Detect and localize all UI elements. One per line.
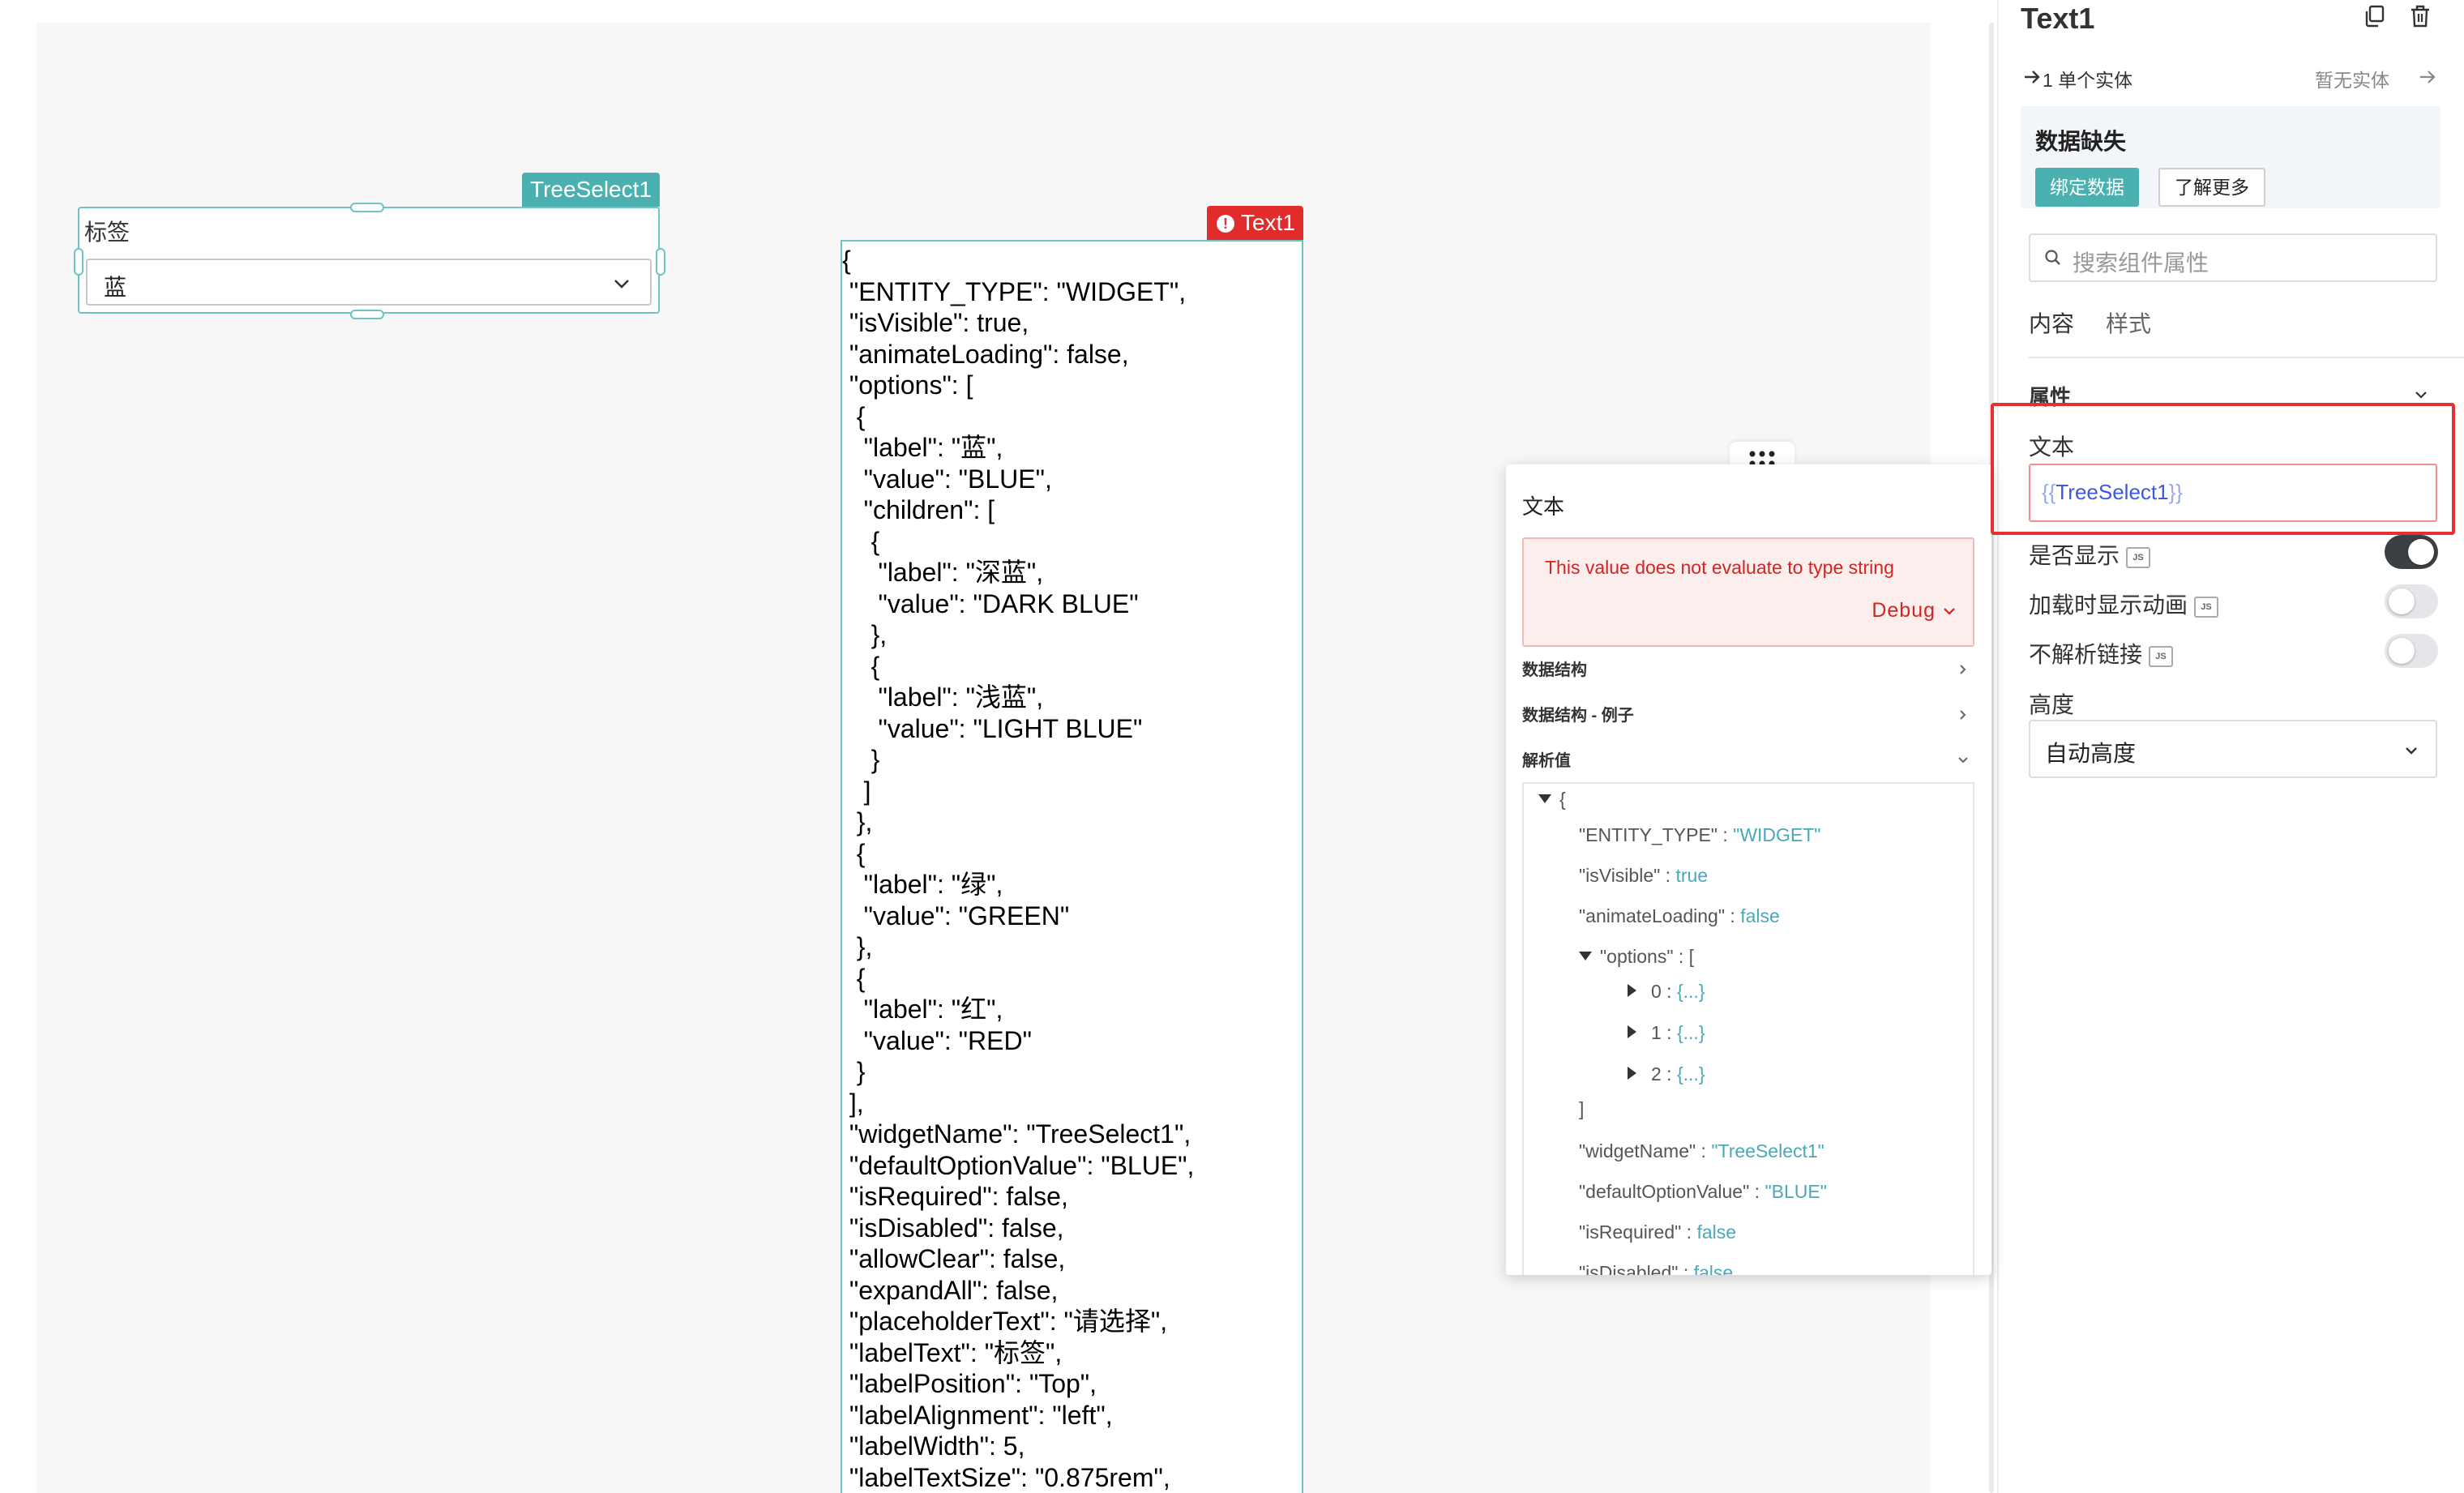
text-property-label: 文本 (2029, 434, 2075, 460)
section-data-structure[interactable]: 数据结构 (1522, 657, 1974, 689)
treeselect-dropdown[interactable]: 蓝 (86, 259, 652, 306)
height-property-label: 高度 (2029, 692, 2075, 717)
chevron-down-icon (1958, 757, 1968, 764)
disable-link-toggle[interactable] (2385, 634, 2438, 668)
data-missing-banner: 数据缺失 绑定数据 了解更多 (2021, 106, 2440, 208)
treeselect-name-tag[interactable]: TreeSelect1 (522, 173, 660, 207)
section-data-structure-example[interactable]: 数据结构 - 例子 (1522, 702, 1974, 734)
disable-link-property-label: 不解析链接 JS (2029, 637, 2174, 669)
caret-right-icon (1628, 1025, 1636, 1038)
chevron-right-icon (1960, 710, 1966, 720)
tab-divider (2029, 357, 2464, 358)
resize-handle-left[interactable] (74, 248, 83, 276)
visible-property-label: 是否显示 JS (2029, 538, 2151, 571)
animate-loading-toggle[interactable] (2385, 584, 2438, 618)
learn-more-button[interactable]: 了解更多 (2158, 168, 2265, 207)
tree-row: "defaultOptionValue" : "BLUE" (1579, 1181, 1827, 1202)
search-icon (2045, 250, 2060, 265)
tree-row: "ENTITY_TYPE" : "WIDGET" (1579, 824, 1821, 845)
resize-handle-right[interactable] (656, 248, 665, 276)
debug-button[interactable]: Debug (1872, 599, 1936, 622)
data-missing-title: 数据缺失 (2035, 129, 2127, 154)
chevron-down-icon[interactable] (2412, 386, 2430, 404)
no-entity-link[interactable]: 暂无实体 (2315, 65, 2389, 92)
tree-option-item[interactable]: 0 : {...} (1628, 981, 1705, 1003)
js-toggle-button[interactable]: JS (2149, 646, 2174, 667)
resize-handle-bottom[interactable] (350, 310, 384, 319)
treeselect-value: 蓝 (104, 275, 127, 300)
js-toggle-button[interactable]: JS (2126, 547, 2151, 568)
animate-loading-property-label: 加载时显示动画 JS (2029, 588, 2219, 620)
resize-handle-top[interactable] (350, 203, 384, 212)
js-toggle-button[interactable]: JS (2194, 597, 2219, 618)
treeselect-label: 标签 (84, 220, 130, 245)
arrow-right-icon (2420, 71, 2436, 83)
caret-right-icon (1628, 984, 1636, 997)
evaluated-value-popup: 文本 This value does not evaluate to type … (1506, 464, 1991, 1275)
text-widget[interactable]: { "ENTITY_TYPE": "WIDGET", "isVisible": … (841, 240, 1303, 1493)
popup-error-box: This value does not evaluate to type str… (1522, 537, 1974, 647)
tree-options-toggle[interactable]: "options" : [ (1579, 946, 1694, 968)
tree-root-toggle[interactable]: { (1538, 789, 1566, 811)
evaluated-value-tree[interactable]: { "ENTITY_TYPE" : "WIDGET" "isVisible" :… (1522, 782, 1974, 1275)
tree-option-item[interactable]: 1 : {...} (1628, 1022, 1705, 1044)
text-property-value: {{TreeSelect1}} (2042, 480, 2183, 504)
chevron-right-icon (1960, 665, 1966, 674)
tree-row: "isDisabled" : false (1579, 1262, 1734, 1275)
copy-icon[interactable] (2362, 3, 2388, 29)
tab-content[interactable]: 内容 (2029, 306, 2074, 339)
text-widget-name: Text1 (1241, 210, 1295, 235)
popup-error-message: This value does not evaluate to type str… (1545, 557, 1894, 578)
chevron-down-icon (2406, 747, 2417, 755)
property-pane-title[interactable]: Text1 (2021, 2, 2094, 36)
tree-row: "isVisible" : true (1579, 865, 1709, 886)
section-evaluated-value-label: 解析值 (1522, 752, 1571, 770)
tree-options-close: ] (1579, 1098, 1585, 1119)
error-icon: ! (1217, 215, 1234, 233)
tree-option-item[interactable]: 2 : {...} (1628, 1063, 1705, 1085)
text-widget-content: { "ENTITY_TYPE": "WIDGET", "isVisible": … (842, 246, 1195, 1492)
text-property-input[interactable]: {{TreeSelect1}} (2029, 464, 2437, 522)
popup-title: 文本 (1522, 494, 1565, 519)
bind-data-button[interactable]: 绑定数据 (2035, 168, 2139, 207)
search-placeholder: 搜索组件属性 (2073, 250, 2209, 276)
chevron-down-icon[interactable] (1940, 602, 1958, 620)
section-evaluated-value[interactable]: 解析值 (1522, 747, 1974, 780)
height-select-value: 自动高度 (2045, 741, 2137, 766)
caret-right-icon (1628, 1067, 1636, 1080)
caret-down-icon (1538, 794, 1551, 803)
height-select[interactable]: 自动高度 (2029, 720, 2437, 778)
tree-open-brace: { (1559, 789, 1566, 810)
visible-toggle[interactable] (2385, 535, 2438, 569)
entity-link[interactable]: 1 单个实体 (2043, 65, 2132, 92)
panel-divider (1997, 0, 1999, 1493)
tab-style[interactable]: 样式 (2106, 306, 2151, 339)
caret-down-icon (1579, 952, 1592, 960)
text-widget-name-tag[interactable]: ! Text1 (1207, 206, 1303, 240)
tree-row: "animateLoading" : false (1579, 905, 1780, 926)
tree-row: "widgetName" : "TreeSelect1" (1579, 1140, 1824, 1161)
section-data-structure-example-label: 数据结构 - 例子 (1522, 707, 1634, 725)
trash-icon[interactable] (2407, 3, 2433, 29)
arrow-right-icon (2025, 71, 2040, 83)
section-data-structure-label: 数据结构 (1522, 661, 1587, 679)
chevron-down-icon (614, 280, 629, 289)
tree-row: "isRequired" : false (1579, 1221, 1737, 1243)
property-search-input[interactable]: 搜索组件属性 (2029, 233, 2437, 282)
